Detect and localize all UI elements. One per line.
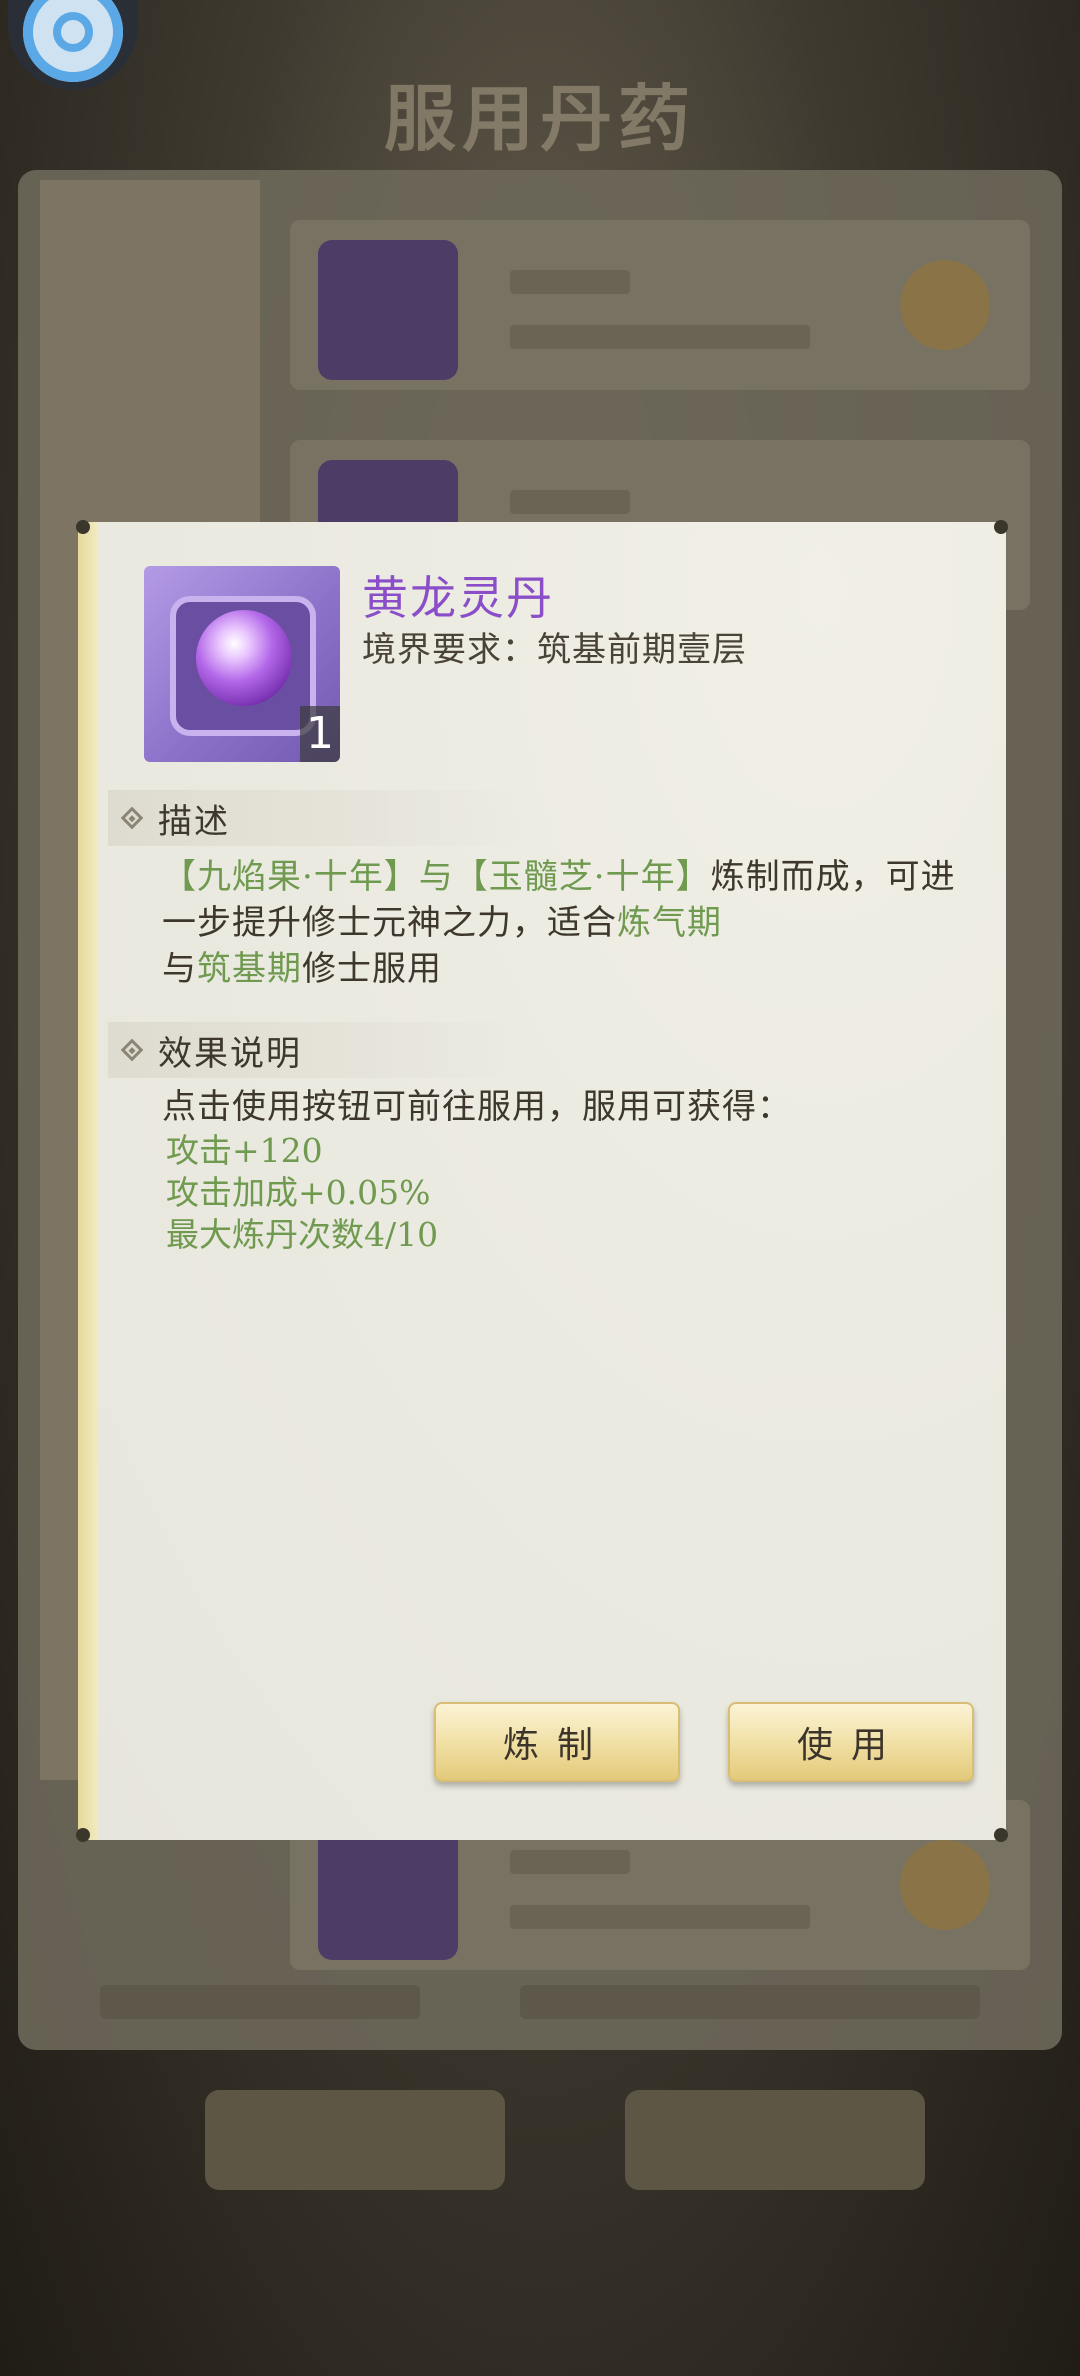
diamond-icon <box>120 806 144 830</box>
background-item-card <box>290 220 1030 390</box>
effects-heading: 效果说明 <box>158 1033 302 1074</box>
description-segment: 【九焰果·十年】与【玉髓芝·十年】 <box>162 857 711 897</box>
description-segment: 修士服用 <box>302 949 442 989</box>
description-segment: 与 <box>162 949 197 989</box>
refine-button[interactable]: 炼制 <box>434 1702 680 1782</box>
description-heading: 描述 <box>158 801 230 842</box>
screen-title: 服用丹药 <box>383 76 696 161</box>
item-thumbnail <box>318 1820 458 1960</box>
description-text: 【九焰果·十年】与【玉髓芝·十年】炼制而成，可进一步提升修士元神之力，适合炼气期… <box>162 854 962 992</box>
description-segment: 筑基期 <box>197 949 302 989</box>
coin-icon <box>900 260 990 350</box>
effect-line: 攻击+120 <box>166 1131 323 1170</box>
effects-section-header: 效果说明 <box>108 1022 528 1078</box>
description-segment: 炼气期 <box>617 903 722 943</box>
background-button <box>205 2090 505 2190</box>
item-name: 黄龙灵丹 <box>362 571 554 625</box>
description-section-header: 描述 <box>108 790 528 846</box>
effect-line: 攻击加成+0.05% <box>166 1173 431 1212</box>
background-button <box>625 2090 925 2190</box>
item-thumbnail <box>318 240 458 380</box>
item-requirement: 境界要求：筑基前期壹层 <box>362 630 747 670</box>
pill-chest-icon: 1 <box>144 566 340 762</box>
item-detail-dialog: 1 黄龙灵丹 境界要求：筑基前期壹层 描述 【九焰果·十年】与【玉髓芝·十年】炼… <box>76 520 1008 1842</box>
item-count: 1 <box>300 706 340 762</box>
effects-intro: 点击使用按钮可前往服用，服用可获得： <box>162 1087 792 1127</box>
diamond-icon <box>120 1038 144 1062</box>
use-button[interactable]: 使用 <box>728 1702 974 1782</box>
coin-icon <box>900 1840 990 1930</box>
effect-line: 最大炼丹次数4/10 <box>166 1215 439 1254</box>
